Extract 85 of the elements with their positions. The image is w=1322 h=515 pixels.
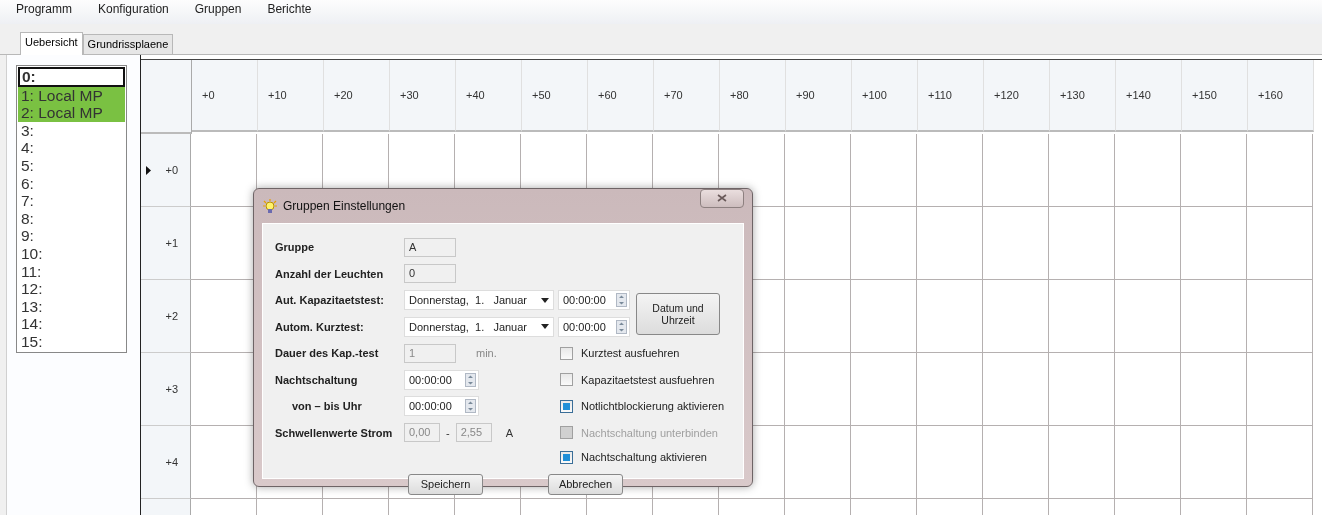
checkbox-label: Nachtschaltung unterbinden — [581, 426, 718, 439]
field-label: von – bis Uhr — [292, 400, 363, 413]
list-item[interactable]: 7: — [18, 192, 125, 210]
column-header: +30 — [390, 60, 456, 132]
checkbox-label: Notlichtblockierung aktivieren — [581, 400, 725, 413]
list-item[interactable]: 4: — [18, 139, 125, 157]
column-header: +70 — [654, 60, 720, 132]
column-header: +130 — [1050, 60, 1116, 132]
list-item[interactable]: 10: — [18, 244, 125, 263]
column-header: +0 — [192, 60, 258, 132]
list-item[interactable]: 15: — [18, 332, 125, 351]
range-separator: - — [446, 426, 450, 439]
dialog-title: Gruppen Einstellungen — [283, 199, 407, 213]
dialog-button[interactable]: Abbrechen — [548, 473, 623, 495]
checkbox-label: Kapazitaetstest ausfuehren — [581, 373, 715, 386]
column-header: +50 — [522, 60, 588, 132]
time-field[interactable]: 00:00:00 — [404, 396, 479, 417]
checkbox[interactable] — [560, 450, 573, 464]
column-header: +20 — [324, 60, 390, 132]
column-header: +80 — [720, 60, 786, 132]
unit-label: min. — [476, 347, 497, 360]
tab[interactable]: Uebersicht — [20, 32, 83, 55]
text-field[interactable]: 0 — [404, 264, 456, 284]
field-label: Autom. Kurztest: — [275, 320, 365, 333]
column-header: +140 — [1116, 60, 1182, 132]
column-header: +60 — [588, 60, 654, 132]
lightbulb-icon — [262, 198, 278, 214]
menu-item[interactable]: Gruppen — [194, 2, 242, 24]
field-label: Anzahl der Leuchten — [275, 267, 385, 280]
checkbox-label: Kurztest ausfuehren — [581, 347, 680, 360]
tab[interactable]: Grundrissplaene — [82, 34, 174, 54]
spinner-icon — [616, 293, 627, 308]
spinner-icon — [465, 399, 476, 414]
unit-label: A — [505, 426, 513, 439]
row-header: +4 — [141, 426, 191, 499]
column-header: +40 — [456, 60, 522, 132]
column-header: +90 — [786, 60, 852, 132]
list-item[interactable]: 3: — [18, 121, 125, 140]
list-item[interactable]: 8: — [18, 209, 125, 228]
row-header: +1 — [141, 207, 191, 280]
field-label: Gruppe — [275, 241, 316, 254]
list-item[interactable]: 2: Local MP — [18, 104, 125, 122]
menu-item[interactable]: Programm — [16, 2, 72, 24]
caret-icon — [541, 297, 549, 303]
checkbox[interactable] — [560, 373, 573, 387]
checkbox[interactable] — [560, 346, 573, 360]
column-header: +160 — [1248, 60, 1314, 132]
dialog-button[interactable]: Speichern — [408, 473, 483, 495]
row-header: +0 — [141, 134, 191, 207]
checkbox-label: Nachtschaltung aktivieren — [581, 451, 707, 463]
time-field[interactable]: 00:00:00 — [558, 316, 630, 337]
field-label: Dauer des Kap.-test — [275, 347, 380, 360]
field-label: Nachtschaltung — [275, 373, 359, 386]
time-field[interactable]: 00:00:00 — [558, 290, 630, 311]
column-header: +100 — [852, 60, 918, 132]
list-item[interactable]: 6: — [18, 174, 125, 193]
close-button[interactable] — [700, 188, 744, 208]
text-field[interactable]: A — [404, 237, 456, 257]
caret-icon — [541, 324, 549, 330]
row-header: +2 — [141, 280, 191, 353]
field-label: Schwellenwerte Strom — [275, 426, 394, 439]
list-item[interactable]: 0: — [18, 67, 125, 87]
date-picker[interactable]: Donnerstag, 1. Januar — [404, 290, 554, 311]
checkbox[interactable] — [560, 399, 573, 413]
menu-item[interactable]: Konfiguration — [98, 2, 169, 24]
column-header: +110 — [918, 60, 984, 132]
spinner-icon — [465, 372, 476, 387]
list-item[interactable]: 12: — [18, 280, 125, 298]
date-time-button[interactable]: Datum und Uhrzeit — [636, 292, 720, 335]
column-header: +150 — [1182, 60, 1248, 132]
list-item[interactable]: 9: — [18, 227, 125, 245]
list-item[interactable]: 14: — [18, 315, 125, 333]
group-list[interactable]: 0: 1: Local MP 2: Local MP 3: 4: 5: 6: 7: 8: 9: 10: 11: 12: 13: 14: 15: — [16, 65, 127, 353]
list-item[interactable]: 5: — [18, 156, 125, 175]
list-item[interactable]: 11: — [18, 262, 125, 281]
list-item[interactable]: 13: — [18, 297, 125, 316]
row-header: +3 — [141, 353, 191, 426]
column-header: +120 — [984, 60, 1050, 132]
menu-item[interactable]: Berichte — [267, 2, 312, 24]
field-label: Aut. Kapazitaetstest: — [275, 294, 385, 307]
date-picker[interactable]: Donnerstag, 1. Januar — [404, 316, 554, 337]
time-field[interactable]: 00:00:00 — [404, 369, 479, 390]
column-header: +10 — [258, 60, 324, 132]
spinner-icon — [616, 319, 627, 334]
close-icon — [717, 194, 727, 202]
